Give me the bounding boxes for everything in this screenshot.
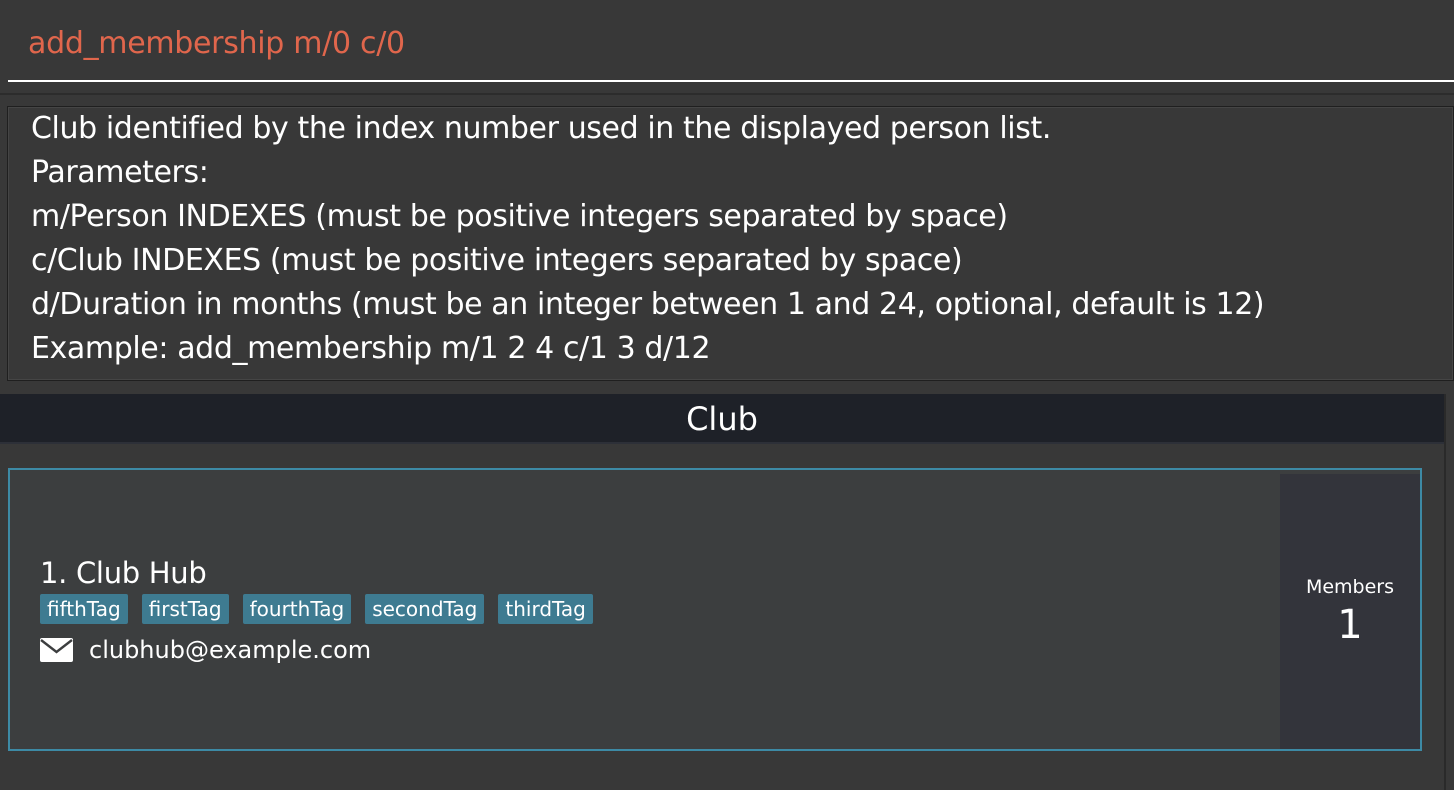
tag: thirdTag (498, 594, 593, 624)
result-display[interactable]: Club identified by the index number used… (7, 106, 1454, 381)
mail-icon (40, 638, 73, 662)
command-box[interactable]: add_membership m/0 c/0 (8, 0, 1454, 82)
result-line: Club identified by the index number used… (31, 111, 1051, 146)
tag-list: fifthTag firstTag fourthTag secondTag th… (40, 594, 593, 624)
members-label: Members (1305, 576, 1395, 598)
result-line: Parameters: (31, 155, 209, 190)
members-count: 1 (1337, 602, 1363, 648)
club-pane-header: Club (0, 394, 1444, 444)
club-card[interactable]: 1. Club Hub fifthTag firstTag fourthTag … (8, 468, 1422, 751)
result-line: c/Club INDEXES (must be positive integer… (31, 243, 963, 278)
pane-title: Club (686, 400, 758, 438)
club-name: 1. Club Hub (40, 556, 207, 590)
command-input[interactable]: add_membership m/0 c/0 (28, 26, 405, 61)
divider (0, 93, 1454, 95)
scrollbar[interactable] (1444, 394, 1454, 790)
result-line: m/Person INDEXES (must be positive integ… (31, 199, 1008, 234)
tag: secondTag (365, 594, 485, 624)
tag: firstTag (141, 594, 229, 624)
result-line: d/Duration in months (must be an integer… (31, 287, 1265, 322)
members-panel: Members 1 (1280, 474, 1420, 749)
tag: fourthTag (242, 594, 352, 624)
email-row: clubhub@example.com (40, 636, 371, 664)
email-text: clubhub@example.com (89, 636, 372, 664)
tag: fifthTag (40, 594, 128, 624)
result-line: Example: add_membership m/1 2 4 c/1 3 d/… (31, 331, 711, 366)
